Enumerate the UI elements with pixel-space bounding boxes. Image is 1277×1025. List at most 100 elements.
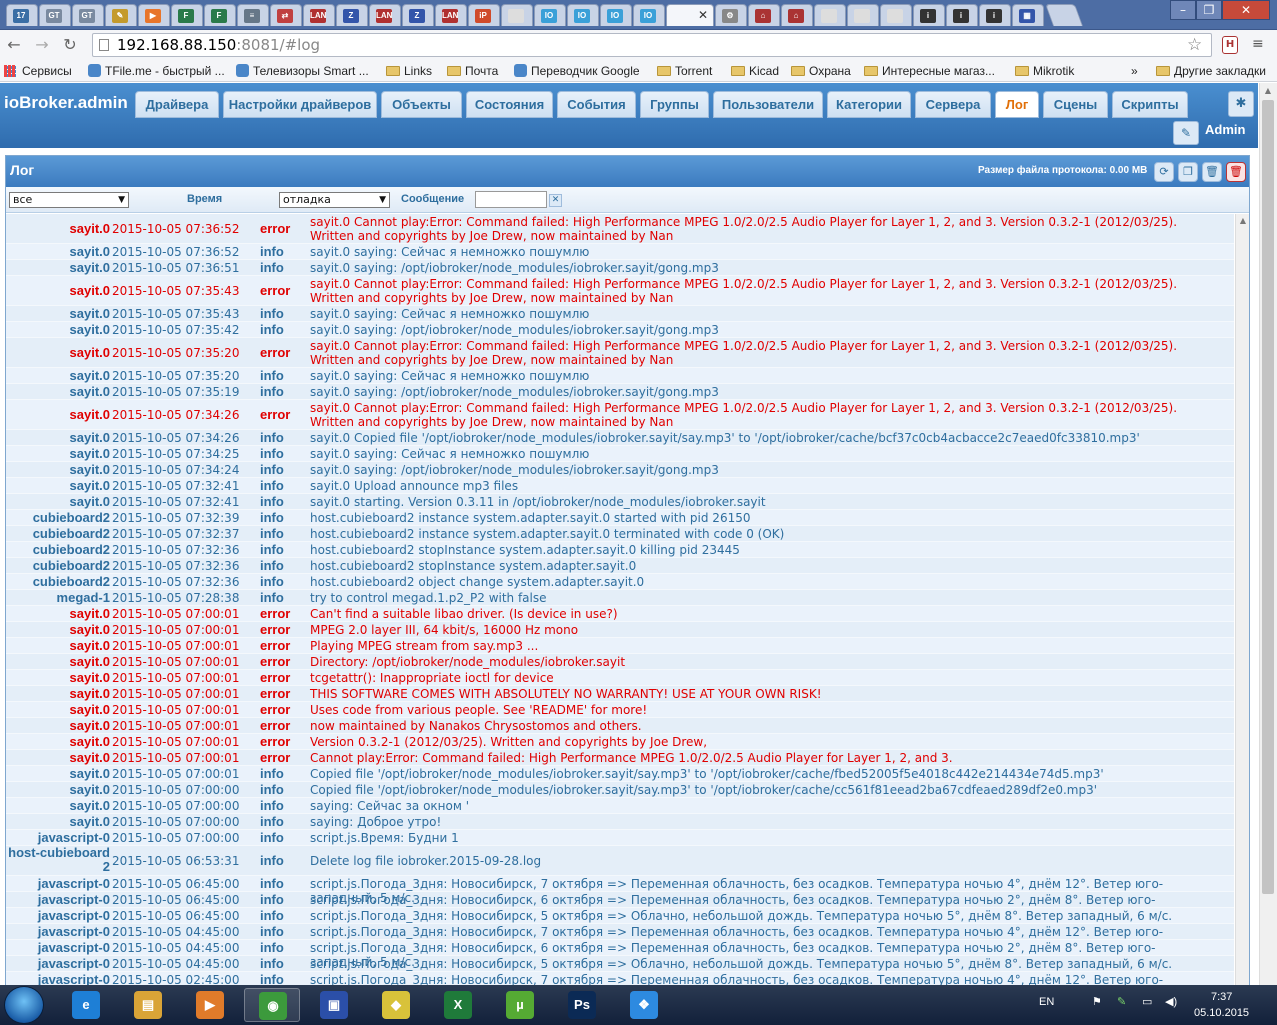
minimize-button[interactable]: – bbox=[1170, 0, 1196, 20]
browser-tab[interactable]: 17 bbox=[6, 4, 38, 26]
bookmark-item[interactable]: Mikrotik bbox=[1015, 63, 1074, 79]
edit-user-icon[interactable]: ✎ bbox=[1173, 121, 1199, 145]
trash-icon[interactable]: 🗑 bbox=[1202, 162, 1222, 182]
browser-tab[interactable]: IO bbox=[534, 4, 566, 26]
menu-icon[interactable]: ≡ bbox=[1252, 36, 1268, 52]
taskbar-app[interactable]: e bbox=[58, 988, 114, 1022]
bookmark-item[interactable]: Интересные магаз... bbox=[864, 63, 995, 79]
source-filter-select[interactable]: все ▼ bbox=[9, 192, 129, 208]
bookmark-item[interactable]: TFile.me - быстрый ... bbox=[88, 63, 225, 79]
browser-tab[interactable]: LAN bbox=[435, 4, 467, 26]
browser-tab[interactable]: IO bbox=[600, 4, 632, 26]
app-tab[interactable]: События bbox=[557, 91, 636, 118]
level-filter-select[interactable]: отладка ▼ bbox=[279, 192, 390, 208]
app-tab[interactable]: Настройки драйверов bbox=[223, 91, 377, 118]
reload-icon[interactable]: ↻ bbox=[60, 35, 80, 55]
refresh-icon[interactable]: ⟳ bbox=[1154, 162, 1174, 182]
bookmark-item[interactable]: Охрана bbox=[791, 63, 851, 79]
settings-gear-icon[interactable]: ✱ bbox=[1228, 91, 1254, 117]
bookmark-item[interactable]: Почта bbox=[447, 63, 498, 79]
tray-flag-icon[interactable]: ⚑ bbox=[1092, 995, 1102, 1008]
delete-log-file-icon[interactable]: 🗑 bbox=[1226, 162, 1246, 182]
browser-tab[interactable]: GT bbox=[39, 4, 71, 26]
bookmark-item[interactable]: Переводчик Google bbox=[514, 63, 640, 79]
taskbar-app[interactable]: µ bbox=[492, 988, 548, 1022]
address-bar[interactable]: 192.168.88.150:8081/#log bbox=[92, 33, 1212, 57]
browser-tab[interactable]: i bbox=[913, 4, 945, 26]
app-tab[interactable]: Скрипты bbox=[1112, 91, 1188, 118]
browser-tab[interactable]: GT bbox=[72, 4, 104, 26]
taskbar-app[interactable]: Ps bbox=[554, 988, 610, 1022]
tray-display-icon[interactable]: ▭ bbox=[1142, 995, 1152, 1008]
app-tab[interactable]: Сервера bbox=[915, 91, 991, 118]
app-tab[interactable]: Пользователи bbox=[713, 91, 823, 118]
page-scrollbar-thumb[interactable] bbox=[1262, 100, 1274, 894]
browser-tab[interactable]: i bbox=[946, 4, 978, 26]
browser-tab[interactable]: ⌂ bbox=[781, 4, 813, 26]
browser-tab[interactable] bbox=[814, 4, 846, 26]
clock-date[interactable]: 05.10.2015 bbox=[1194, 1007, 1249, 1019]
taskbar-app[interactable]: X bbox=[430, 988, 486, 1022]
taskbar-app[interactable]: ▤ bbox=[120, 988, 176, 1022]
extension-icon[interactable]: H bbox=[1222, 36, 1238, 54]
taskbar-app[interactable]: ❖ bbox=[616, 988, 672, 1022]
log-scrollbar[interactable]: ▲ bbox=[1235, 214, 1249, 989]
browser-tab[interactable]: Z bbox=[336, 4, 368, 26]
copy-icon[interactable]: ❐ bbox=[1178, 162, 1198, 182]
browser-tab[interactable]: i bbox=[979, 4, 1011, 26]
browser-tab[interactable]: ✕ bbox=[666, 4, 714, 26]
app-tab[interactable]: Группы bbox=[640, 91, 709, 118]
browser-tab[interactable]: ▶ bbox=[138, 4, 170, 26]
clock-time[interactable]: 7:37 bbox=[1211, 991, 1232, 1003]
browser-tab[interactable]: LAN bbox=[369, 4, 401, 26]
bookmark-item[interactable]: Телевизоры Smart ... bbox=[236, 63, 369, 79]
app-tab[interactable]: Объекты bbox=[381, 91, 462, 118]
browser-tab[interactable]: ≡ bbox=[237, 4, 269, 26]
clear-filter-icon[interactable]: ✕ bbox=[549, 194, 562, 207]
bookmark-item[interactable]: Kicad bbox=[731, 63, 779, 79]
browser-tab[interactable] bbox=[880, 4, 912, 26]
browser-tab[interactable] bbox=[501, 4, 533, 26]
taskbar-app[interactable]: ◆ bbox=[368, 988, 424, 1022]
tray-network-icon[interactable]: ✎ bbox=[1117, 995, 1126, 1008]
language-indicator[interactable]: EN bbox=[1039, 996, 1054, 1008]
browser-tab[interactable]: F bbox=[204, 4, 236, 26]
browser-tab[interactable]: ⌂ bbox=[748, 4, 780, 26]
new-tab-button[interactable] bbox=[1044, 4, 1084, 26]
bookmark-item[interactable]: Другие закладки bbox=[1156, 63, 1266, 79]
browser-tab[interactable]: LAN bbox=[303, 4, 335, 26]
app-tab[interactable]: Сцены bbox=[1043, 91, 1108, 118]
browser-tab[interactable] bbox=[847, 4, 879, 26]
bookmark-item[interactable]: » bbox=[1131, 63, 1138, 79]
app-tab[interactable]: Лог bbox=[995, 91, 1039, 118]
taskbar-app[interactable]: ◉ bbox=[244, 988, 300, 1022]
bookmark-item[interactable]: Torrent bbox=[657, 63, 712, 79]
tray-volume-icon[interactable]: ◀) bbox=[1165, 995, 1177, 1008]
maximize-button[interactable]: ❐ bbox=[1196, 0, 1222, 20]
browser-tab[interactable]: ⚙ bbox=[715, 4, 747, 26]
browser-tab[interactable]: Z bbox=[402, 4, 434, 26]
browser-tab[interactable]: iP bbox=[468, 4, 500, 26]
browser-tab[interactable]: ▦ bbox=[1012, 4, 1044, 26]
close-tab-icon[interactable]: ✕ bbox=[698, 8, 708, 22]
scroll-up-icon[interactable]: ▲ bbox=[1263, 86, 1273, 96]
scroll-up-icon[interactable]: ▲ bbox=[1238, 216, 1248, 226]
forward-icon[interactable]: → bbox=[32, 35, 52, 55]
app-tab[interactable]: Категории bbox=[827, 91, 911, 118]
taskbar-app[interactable]: ▶ bbox=[182, 988, 238, 1022]
browser-tab[interactable]: IO bbox=[567, 4, 599, 26]
taskbar-app[interactable]: ▣ bbox=[306, 988, 362, 1022]
browser-tab[interactable]: F bbox=[171, 4, 203, 26]
close-window-button[interactable]: ✕ bbox=[1222, 0, 1270, 20]
app-tab[interactable]: Драйвера bbox=[135, 91, 219, 118]
app-tab[interactable]: Состояния bbox=[466, 91, 553, 118]
browser-tab[interactable]: IO bbox=[633, 4, 665, 26]
back-icon[interactable]: ← bbox=[4, 35, 24, 55]
start-button-icon[interactable] bbox=[4, 986, 44, 1024]
bookmark-item[interactable]: Сервисы bbox=[4, 63, 72, 79]
browser-tab[interactable]: ✎ bbox=[105, 4, 137, 26]
message-filter-input[interactable] bbox=[475, 191, 547, 208]
star-icon[interactable]: ☆ bbox=[1187, 35, 1202, 55]
browser-tab[interactable]: ⇄ bbox=[270, 4, 302, 26]
bookmark-item[interactable]: Links bbox=[386, 63, 432, 79]
